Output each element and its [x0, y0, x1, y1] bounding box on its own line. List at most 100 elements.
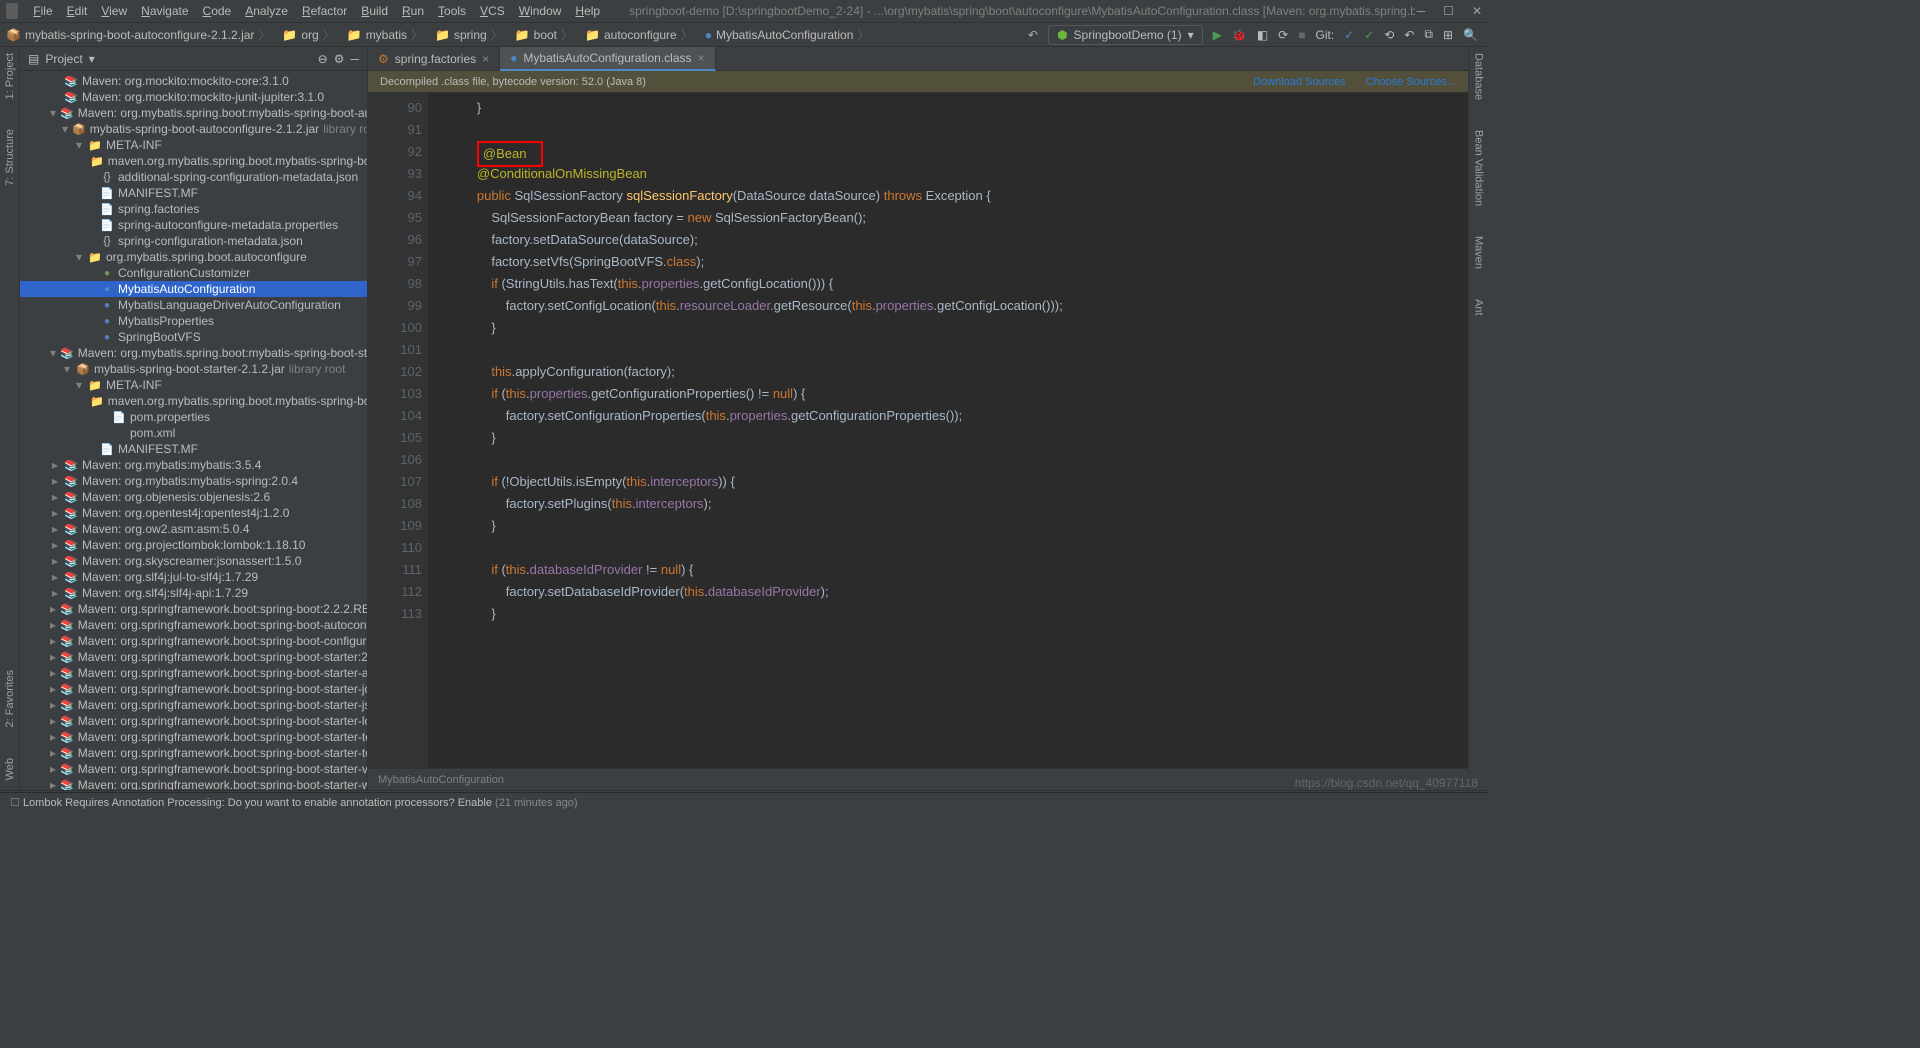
tree-row[interactable]: 📄MANIFEST.MF — [20, 441, 367, 457]
tree-row[interactable]: 📚Maven: org.mockito:mockito-junit-jupite… — [20, 89, 367, 105]
minimize-icon[interactable]: ─ — [1417, 4, 1426, 18]
tool-tab-project[interactable]: 1: Project — [4, 53, 16, 99]
tree-row[interactable]: ▸📚Maven: org.springframework.boot:spring… — [20, 777, 367, 790]
tree-row[interactable]: ▸📚Maven: org.opentest4j:opentest4j:1.2.0 — [20, 505, 367, 521]
tree-row[interactable]: ▾📚Maven: org.mybatis.spring.boot:mybatis… — [20, 105, 367, 121]
tree-row[interactable]: 📁maven.org.mybatis.spring.boot.mybatis-s… — [20, 153, 367, 169]
tree-row[interactable]: ▸📚Maven: org.springframework.boot:spring… — [20, 713, 367, 729]
find-icon[interactable]: 🔍 — [1463, 28, 1478, 42]
menu-tools[interactable]: Tools — [431, 2, 473, 20]
project-tree[interactable]: 📚Maven: org.mockito:mockito-core:3.1.0📚M… — [20, 71, 367, 790]
breadcrumb-item[interactable]: 📁 org 〉 — [276, 26, 340, 43]
tree-row[interactable]: ▸📚Maven: org.springframework.boot:spring… — [20, 729, 367, 745]
breadcrumb-item[interactable]: 📁 autoconfigure 〉 — [579, 26, 699, 43]
coverage-icon[interactable]: ◧ — [1257, 28, 1268, 42]
tree-row[interactable]: ▾📁org.mybatis.spring.boot.autoconfigure — [20, 249, 367, 265]
back-icon[interactable]: ↶ — [1028, 28, 1038, 42]
menu-window[interactable]: Window — [512, 2, 569, 20]
collapse-icon[interactable]: ⊖ — [318, 52, 328, 66]
tree-row[interactable]: 📁maven.org.mybatis.spring.boot.mybatis-s… — [20, 393, 367, 409]
vcs-commit-icon[interactable]: ✓ — [1364, 28, 1374, 42]
gear-icon[interactable]: ⚙ — [334, 52, 345, 66]
tree-row[interactable]: ▸📚Maven: org.objenesis:objenesis:2.6 — [20, 489, 367, 505]
tree-row[interactable]: 📄spring-autoconfigure-metadata.propertie… — [20, 217, 367, 233]
code-editor[interactable]: } @Bean @ConditionalOnMissingBean public… — [428, 93, 1468, 768]
tree-row[interactable]: ▸📚Maven: org.springframework.boot:spring… — [20, 697, 367, 713]
tree-row[interactable]: ▸📚Maven: org.slf4j:slf4j-api:1.7.29 — [20, 585, 367, 601]
vcs-update-icon[interactable]: ✓ — [1344, 28, 1354, 42]
tree-row[interactable]: ▸📚Maven: org.ow2.asm:asm:5.0.4 — [20, 521, 367, 537]
editor-tab[interactable]: ⚙spring.factories × — [368, 47, 500, 71]
tool-tab-ant[interactable]: Ant — [1473, 299, 1485, 316]
tree-row[interactable]: ▸📚Maven: org.projectlombok:lombok:1.18.1… — [20, 537, 367, 553]
tree-row[interactable]: MybatisLanguageDriverAutoConfiguration — [20, 297, 367, 313]
menu-edit[interactable]: Edit — [60, 2, 95, 20]
breadcrumb-item[interactable]: 📦 mybatis-spring-boot-autoconfigure-2.1.… — [0, 26, 276, 43]
menu-vcs[interactable]: VCS — [473, 2, 512, 20]
vcs-revert-icon[interactable]: ↶ — [1404, 28, 1414, 42]
close-tab-icon[interactable]: × — [482, 52, 489, 66]
download-sources-link[interactable]: Download Sources — [1253, 76, 1345, 88]
tool-tab-structure[interactable]: 7: Structure — [4, 129, 16, 186]
tool-tab-bean-validation[interactable]: Bean Validation — [1473, 130, 1485, 206]
line-number-gutter[interactable]: 9091↻92939495969798991001011021031041051… — [368, 93, 428, 768]
tree-row[interactable]: ▸📚Maven: org.springframework.boot:spring… — [20, 601, 367, 617]
tree-row[interactable]: MybatisProperties — [20, 313, 367, 329]
tool-tab-database[interactable]: Database — [1473, 53, 1485, 100]
tree-row[interactable]: {}spring-configuration-metadata.json — [20, 233, 367, 249]
tree-row[interactable]: ▸📚Maven: org.mybatis:mybatis:3.5.4 — [20, 457, 367, 473]
chevron-down-icon[interactable]: ▾ — [89, 52, 95, 66]
menu-build[interactable]: Build — [354, 2, 395, 20]
menu-help[interactable]: Help — [568, 2, 607, 20]
tree-row[interactable]: {}additional-spring-configuration-metada… — [20, 169, 367, 185]
tree-row[interactable]: ▸📚Maven: org.springframework.boot:spring… — [20, 665, 367, 681]
tree-row[interactable]: ▸📚Maven: org.springframework.boot:spring… — [20, 649, 367, 665]
breadcrumb-item[interactable]: 📁 mybatis 〉 — [341, 26, 429, 43]
run-icon[interactable]: ▶ — [1213, 28, 1222, 42]
tree-row[interactable]: ▸📚Maven: org.springframework.boot:spring… — [20, 633, 367, 649]
tree-row[interactable]: SpringBootVFS — [20, 329, 367, 345]
tree-row[interactable]: 📄MANIFEST.MF — [20, 185, 367, 201]
close-tab-icon[interactable]: × — [698, 51, 705, 65]
tool-tab-web[interactable]: Web — [4, 758, 16, 780]
stop-icon[interactable]: ■ — [1298, 28, 1305, 42]
tree-row[interactable]: 📚Maven: org.mockito:mockito-core:3.1.0 — [20, 73, 367, 89]
breadcrumb-item[interactable]: 📁 spring 〉 — [429, 26, 509, 43]
tree-row[interactable]: MybatisAutoConfiguration — [20, 281, 367, 297]
breadcrumb-item[interactable]: 📁 boot 〉 — [509, 26, 579, 43]
editor-tab[interactable]: ●MybatisAutoConfiguration.class × — [500, 47, 715, 71]
tree-row[interactable]: ▾📦mybatis-spring-boot-starter-2.1.2.jar … — [20, 361, 367, 377]
tree-row[interactable]: ▸📚Maven: org.skyscreamer:jsonassert:1.5.… — [20, 553, 367, 569]
profile-icon[interactable]: ⟳ — [1278, 28, 1288, 42]
breadcrumb-item[interactable]: ● MybatisAutoConfiguration 〉 — [699, 26, 876, 43]
tree-row[interactable]: ▾📁META-INF — [20, 137, 367, 153]
tree-row[interactable]: 📄pom.properties — [20, 409, 367, 425]
tree-row[interactable]: 📄spring.factories — [20, 201, 367, 217]
tool-tab-favorites[interactable]: 2: Favorites — [4, 670, 16, 727]
status-enable-link[interactable]: Enable — [458, 797, 492, 809]
menu-file[interactable]: File — [26, 2, 59, 20]
tree-row[interactable]: ▸📚Maven: org.slf4j:jul-to-slf4j:1.7.29 — [20, 569, 367, 585]
menu-view[interactable]: View — [94, 2, 134, 20]
tree-row[interactable]: ▾📚Maven: org.mybatis.spring.boot:mybatis… — [20, 345, 367, 361]
choose-sources-link[interactable]: Choose Sources... — [1366, 76, 1457, 88]
close-icon[interactable]: ✕ — [1472, 4, 1482, 18]
tree-row[interactable]: ▾📦mybatis-spring-boot-autoconfigure-2.1.… — [20, 121, 367, 137]
tree-row[interactable]: pom.xml — [20, 425, 367, 441]
menu-refactor[interactable]: Refactor — [295, 2, 354, 20]
project-view-label[interactable]: Project — [45, 52, 82, 66]
vcs-history-icon[interactable]: ⟲ — [1384, 28, 1394, 42]
tree-row[interactable]: ▸📚Maven: org.mybatis:mybatis-spring:2.0.… — [20, 473, 367, 489]
tree-row[interactable]: ▸📚Maven: org.springframework.boot:spring… — [20, 681, 367, 697]
menu-navigate[interactable]: Navigate — [134, 2, 195, 20]
debug-icon[interactable]: 🐞 — [1232, 28, 1247, 42]
menu-analyze[interactable]: Analyze — [238, 2, 295, 20]
maximize-icon[interactable]: ☐ — [1443, 4, 1454, 18]
ide-settings-icon[interactable]: ⊞ — [1443, 28, 1453, 42]
tree-row[interactable]: ▸📚Maven: org.springframework.boot:spring… — [20, 617, 367, 633]
tree-row[interactable]: ▾📁META-INF — [20, 377, 367, 393]
menu-run[interactable]: Run — [395, 2, 431, 20]
tree-row[interactable]: ▸📚Maven: org.springframework.boot:spring… — [20, 745, 367, 761]
tree-row[interactable]: ▸📚Maven: org.springframework.boot:spring… — [20, 761, 367, 777]
run-config-dropdown[interactable]: ⬢ SpringbootDemo (1) ▾ — [1048, 25, 1203, 45]
